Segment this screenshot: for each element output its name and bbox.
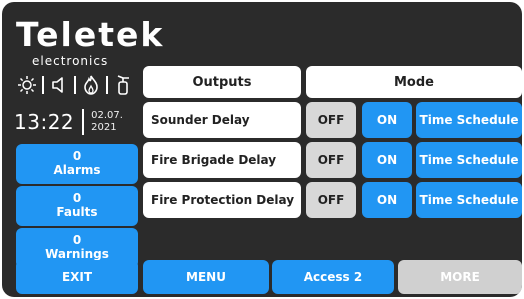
row-label-fire-protection-delay: Fire Protection Delay bbox=[143, 182, 301, 218]
clock-separator bbox=[82, 109, 85, 135]
access-level-button[interactable]: Access 2 bbox=[272, 260, 394, 294]
status-icon-bar bbox=[16, 72, 136, 98]
fire-brigade-delay-off-button[interactable]: OFF bbox=[306, 142, 356, 178]
fire-protection-delay-off-button[interactable]: OFF bbox=[306, 182, 356, 218]
clock-date-day: 02.07. bbox=[91, 110, 123, 121]
header-mode: Mode bbox=[306, 66, 522, 98]
icon-separator bbox=[42, 76, 44, 94]
alarms-button[interactable]: 0 Alarms bbox=[16, 144, 138, 184]
speaker-icon bbox=[48, 74, 70, 96]
control-panel-screen: Teletek electronics 13:22 02.07. 2021 0 … bbox=[2, 2, 522, 297]
fire-brigade-delay-on-button[interactable]: ON bbox=[362, 142, 412, 178]
faults-button[interactable]: 0 Faults bbox=[16, 186, 138, 226]
fire-protection-delay-on-button[interactable]: ON bbox=[362, 182, 412, 218]
sounder-delay-on-button[interactable]: ON bbox=[362, 102, 412, 138]
header-outputs: Outputs bbox=[143, 66, 301, 98]
alarms-label: Alarms bbox=[53, 163, 101, 177]
sounder-delay-schedule-button[interactable]: Time Schedule bbox=[416, 102, 522, 138]
alarms-count: 0 bbox=[72, 149, 82, 163]
brand-logo: Teletek bbox=[16, 15, 165, 54]
row-label-fire-brigade-delay: Fire Brigade Delay bbox=[143, 142, 301, 178]
clock-date-year: 2021 bbox=[91, 122, 117, 133]
fire-extinguisher-icon bbox=[112, 74, 134, 96]
clock-date: 02.07. 2021 bbox=[91, 110, 123, 134]
sun-icon bbox=[16, 74, 38, 96]
icon-separator bbox=[74, 76, 76, 94]
flame-icon bbox=[80, 74, 102, 96]
icon-separator bbox=[106, 76, 108, 94]
clock-time: 13:22 bbox=[14, 110, 75, 134]
sounder-delay-off-button[interactable]: OFF bbox=[306, 102, 356, 138]
menu-button[interactable]: MENU bbox=[143, 260, 269, 294]
row-label-sounder-delay: Sounder Delay bbox=[143, 102, 301, 138]
brand-subtitle: electronics bbox=[32, 54, 109, 68]
exit-button[interactable]: EXIT bbox=[16, 260, 138, 294]
faults-label: Faults bbox=[56, 205, 98, 219]
faults-count: 0 bbox=[72, 191, 82, 205]
clock-display: 13:22 02.07. 2021 bbox=[14, 106, 138, 138]
warnings-count: 0 bbox=[72, 233, 82, 247]
fire-brigade-delay-schedule-button[interactable]: Time Schedule bbox=[416, 142, 522, 178]
more-button[interactable]: MORE bbox=[398, 260, 522, 294]
fire-protection-delay-schedule-button[interactable]: Time Schedule bbox=[416, 182, 522, 218]
